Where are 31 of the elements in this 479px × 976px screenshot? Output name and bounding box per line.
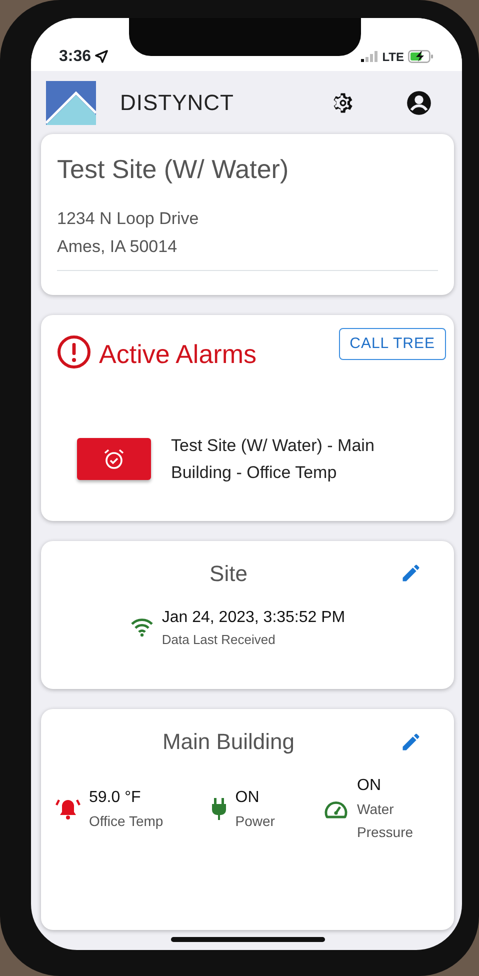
site-title: Test Site (W/ Water) (57, 153, 290, 186)
location-arrow-icon (95, 50, 108, 63)
alarm-clock-icon (103, 448, 125, 470)
sensor-label: Water Pressure (357, 800, 414, 842)
card-title: Main Building (162, 729, 295, 754)
wifi-icon (130, 617, 154, 638)
last-received-label: Data Last Received (162, 630, 276, 649)
alarm-description: Test Site (W/ Water) - Main Building - Office Temp (171, 434, 376, 484)
sensor-value: ON (357, 776, 382, 796)
sensor-value: ON (235, 788, 260, 808)
alert-icon (57, 334, 91, 369)
sensor-label: Power (235, 812, 275, 831)
sensor-value: 59.0 °F (89, 788, 142, 808)
alarm-badge[interactable] (77, 438, 151, 480)
company-logo (46, 80, 96, 125)
network-label: LTE (382, 48, 404, 66)
call-tree-button[interactable]: CALL TREE (338, 328, 446, 360)
status-time: 3:36 (59, 46, 92, 66)
account-button[interactable] (406, 90, 432, 116)
user-icon (406, 90, 432, 116)
address-line: Ames, IA 50014 (57, 236, 178, 258)
pencil-icon (400, 562, 422, 584)
last-received-time: Jan 24, 2023, 3:35:52 PM (162, 608, 346, 628)
sensor-label: Office Temp (89, 812, 164, 831)
card-title: Site (210, 560, 248, 586)
battery-charging-icon (408, 50, 434, 63)
app-title: DISTYNCT (120, 89, 234, 118)
address-line: 1234 N Loop Drive (57, 208, 200, 230)
alarms-title: Active Alarms (99, 338, 256, 371)
signal-icon (361, 51, 378, 62)
pencil-icon (400, 730, 422, 753)
